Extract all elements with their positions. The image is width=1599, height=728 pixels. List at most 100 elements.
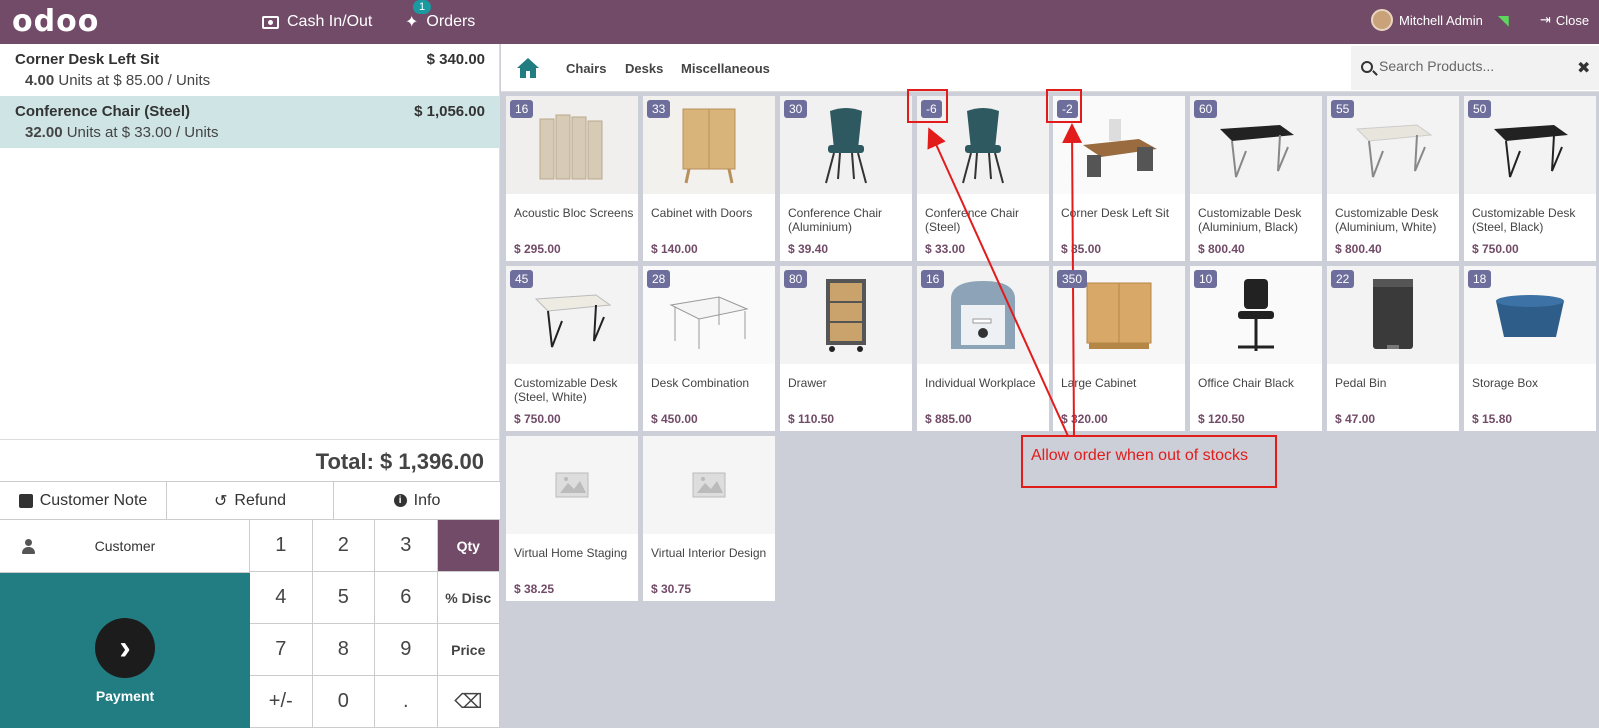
tag-icon: ✦ 1 — [405, 0, 432, 32]
numpad-key-9[interactable]: 9 — [375, 624, 438, 676]
product-stock-badge: 28 — [647, 270, 671, 288]
product-stock-badge: 55 — [1331, 100, 1355, 118]
numpad-key-6[interactable]: 6 — [375, 572, 438, 624]
product-name: Pedal Bin — [1335, 376, 1387, 390]
orderline-qty: 4.00 — [25, 72, 55, 89]
orderline-selected[interactable]: Conference Chair (Steel) $ 1,056.00 32.0… — [0, 96, 500, 148]
customer-note-button[interactable]: Customer Note — [0, 482, 167, 519]
product-stock-badge: 60 — [1194, 100, 1218, 118]
close-icon[interactable]: ✖ — [1577, 58, 1590, 78]
product-card[interactable]: 60 Customizable Desk (Aluminium, Black) $ … — [1190, 96, 1322, 261]
product-name: Corner Desk Left Sit — [1061, 206, 1170, 220]
product-card[interactable]: 22 Pedal Bin $ 47.00 — [1327, 266, 1459, 431]
product-card[interactable]: 30 Conference Chair (Aluminium) $ 39.40 — [780, 96, 912, 261]
numpad-mode-qty[interactable]: Qty — [437, 520, 500, 572]
numpad-key-decimal[interactable]: . — [375, 676, 438, 728]
numpad-key-5[interactable]: 5 — [312, 572, 375, 624]
refund-button[interactable]: ↺ Refund — [167, 482, 334, 519]
numpad: 1 2 3 Qty 4 5 6 % Disc 7 8 9 Price +/- 0… — [250, 520, 500, 728]
numpad-key-7[interactable]: 7 — [250, 624, 313, 676]
product-card[interactable]: 16 Acoustic Bloc Screens $ 295.00 — [506, 96, 638, 261]
category-desks[interactable]: Desks — [625, 44, 663, 92]
sign-out-icon: ⇥ — [1540, 12, 1551, 27]
numpad-mode-price[interactable]: Price — [437, 624, 500, 676]
order-panel: Corner Desk Left Sit $ 340.00 4.00 Units… — [0, 44, 500, 728]
user-name: Mitchell Admin — [1399, 12, 1483, 28]
orderline-name: Corner Desk Left Sit — [15, 51, 160, 68]
product-card[interactable]: 45 Customizable Desk (Steel, White) $ 750.… — [506, 266, 638, 431]
product-card[interactable]: 18 Storage Box $ 15.80 — [1464, 266, 1596, 431]
product-price: $ 30.75 — [651, 582, 692, 596]
product-price: $ 47.00 — [1335, 412, 1376, 426]
product-stock-badge: 18 — [1468, 270, 1492, 288]
numpad-mode-discount[interactable]: % Disc — [437, 572, 500, 624]
product-price: $ 320.00 — [1061, 412, 1108, 426]
product-card[interactable]: 16 Individual Workplace $ 885.00 — [917, 266, 1049, 431]
undo-icon: ↺ — [214, 492, 228, 510]
product-card[interactable]: Virtual Interior Design $ 30.75 — [643, 436, 775, 601]
product-card[interactable]: 10 Office Chair Black $ 120.50 — [1190, 266, 1322, 431]
order-actions: Customer Note ↺ Refund i Info — [0, 481, 500, 520]
category-chairs[interactable]: Chairs — [566, 44, 606, 92]
product-card[interactable]: 80 Drawer $ 110.50 — [780, 266, 912, 431]
customer-label: Customer — [94, 538, 156, 554]
product-price: $ 85.00 — [1061, 242, 1102, 256]
product-stock-badge: 30 — [784, 100, 808, 118]
product-name: Storage Box — [1472, 376, 1539, 390]
info-button[interactable]: i Info — [334, 482, 500, 519]
payment-label: Payment — [95, 688, 155, 704]
product-name: Customizable Desk (Steel, Black) — [1472, 206, 1576, 234]
product-stock-badge: 10 — [1194, 270, 1218, 288]
close-button[interactable]: ⇥ Close — [1540, 0, 1589, 40]
orderline[interactable]: Corner Desk Left Sit $ 340.00 4.00 Units… — [0, 44, 500, 96]
product-name: Customizable Desk (Steel, White) — [514, 376, 618, 404]
product-card[interactable]: 33 Cabinet with Doors $ 140.00 — [643, 96, 775, 261]
product-price: $ 15.80 — [1472, 412, 1513, 426]
orderline-unit-info: Units at $ 85.00 / Units — [58, 72, 211, 89]
product-card[interactable]: Virtual Home Staging $ 38.25 — [506, 436, 638, 601]
product-price: $ 38.25 — [514, 582, 555, 596]
order-total: Total: $ 1,396.00 — [0, 439, 500, 481]
chevron-right-icon: › — [95, 618, 155, 678]
product-name: Individual Workplace — [925, 376, 1036, 390]
backspace-icon[interactable]: ⌫ — [437, 676, 500, 728]
numpad-key-0[interactable]: 0 — [312, 676, 375, 728]
product-price: $ 750.00 — [514, 412, 561, 426]
product-stock-badge: 33 — [647, 100, 671, 118]
payment-button[interactable]: › Payment — [0, 573, 250, 728]
wifi-icon: ◥ — [1498, 12, 1509, 28]
top-navbar: odoo Cash In/Out ✦ 1 Orders Mitchell Admi… — [0, 0, 1599, 44]
cash-in-out-button[interactable]: Cash In/Out — [262, 0, 372, 44]
home-icon[interactable] — [517, 58, 539, 78]
annotation-note: Allow order when out of stocks — [1021, 435, 1277, 488]
orderline-price: $ 340.00 — [426, 51, 485, 68]
category-miscellaneous[interactable]: Miscellaneous — [681, 44, 770, 92]
numpad-key-plus-minus[interactable]: +/- — [250, 676, 313, 728]
product-card[interactable]: 28 Desk Combination $ 450.00 — [643, 266, 775, 431]
product-card[interactable]: 50 Customizable Desk (Steel, Black) $ 750.… — [1464, 96, 1596, 261]
numpad-key-4[interactable]: 4 — [250, 572, 313, 624]
product-name: Large Cabinet — [1061, 376, 1137, 390]
numpad-key-8[interactable]: 8 — [312, 624, 375, 676]
customer-button[interactable]: Customer — [0, 520, 250, 573]
product-price: $ 110.50 — [788, 412, 835, 426]
refund-label: Refund — [234, 491, 286, 509]
orders-label: Orders — [426, 13, 476, 30]
product-price: $ 120.50 — [1198, 412, 1245, 426]
numpad-key-1[interactable]: 1 — [250, 520, 313, 572]
search-input[interactable] — [1379, 58, 1569, 74]
product-name: Cabinet with Doors — [651, 206, 753, 220]
product-card[interactable]: 55 Customizable Desk (Aluminium, White) $ … — [1327, 96, 1459, 261]
placeholder-image — [506, 436, 638, 534]
orders-button[interactable]: ✦ 1 Orders — [405, 0, 475, 44]
numpad-key-3[interactable]: 3 — [375, 520, 438, 572]
cash-in-out-label: Cash In/Out — [287, 13, 373, 30]
product-stock-badge: 16 — [510, 100, 534, 118]
customer-note-label: Customer Note — [39, 491, 148, 509]
user-menu[interactable]: Mitchell Admin — [1371, 0, 1483, 40]
numpad-key-2[interactable]: 2 — [312, 520, 375, 572]
product-stock-badge: 22 — [1331, 270, 1355, 288]
product-price: $ 750.00 — [1472, 242, 1519, 256]
odoo-logo: odoo — [12, 4, 100, 39]
product-card[interactable]: 350 Large Cabinet $ 320.00 — [1053, 266, 1185, 431]
